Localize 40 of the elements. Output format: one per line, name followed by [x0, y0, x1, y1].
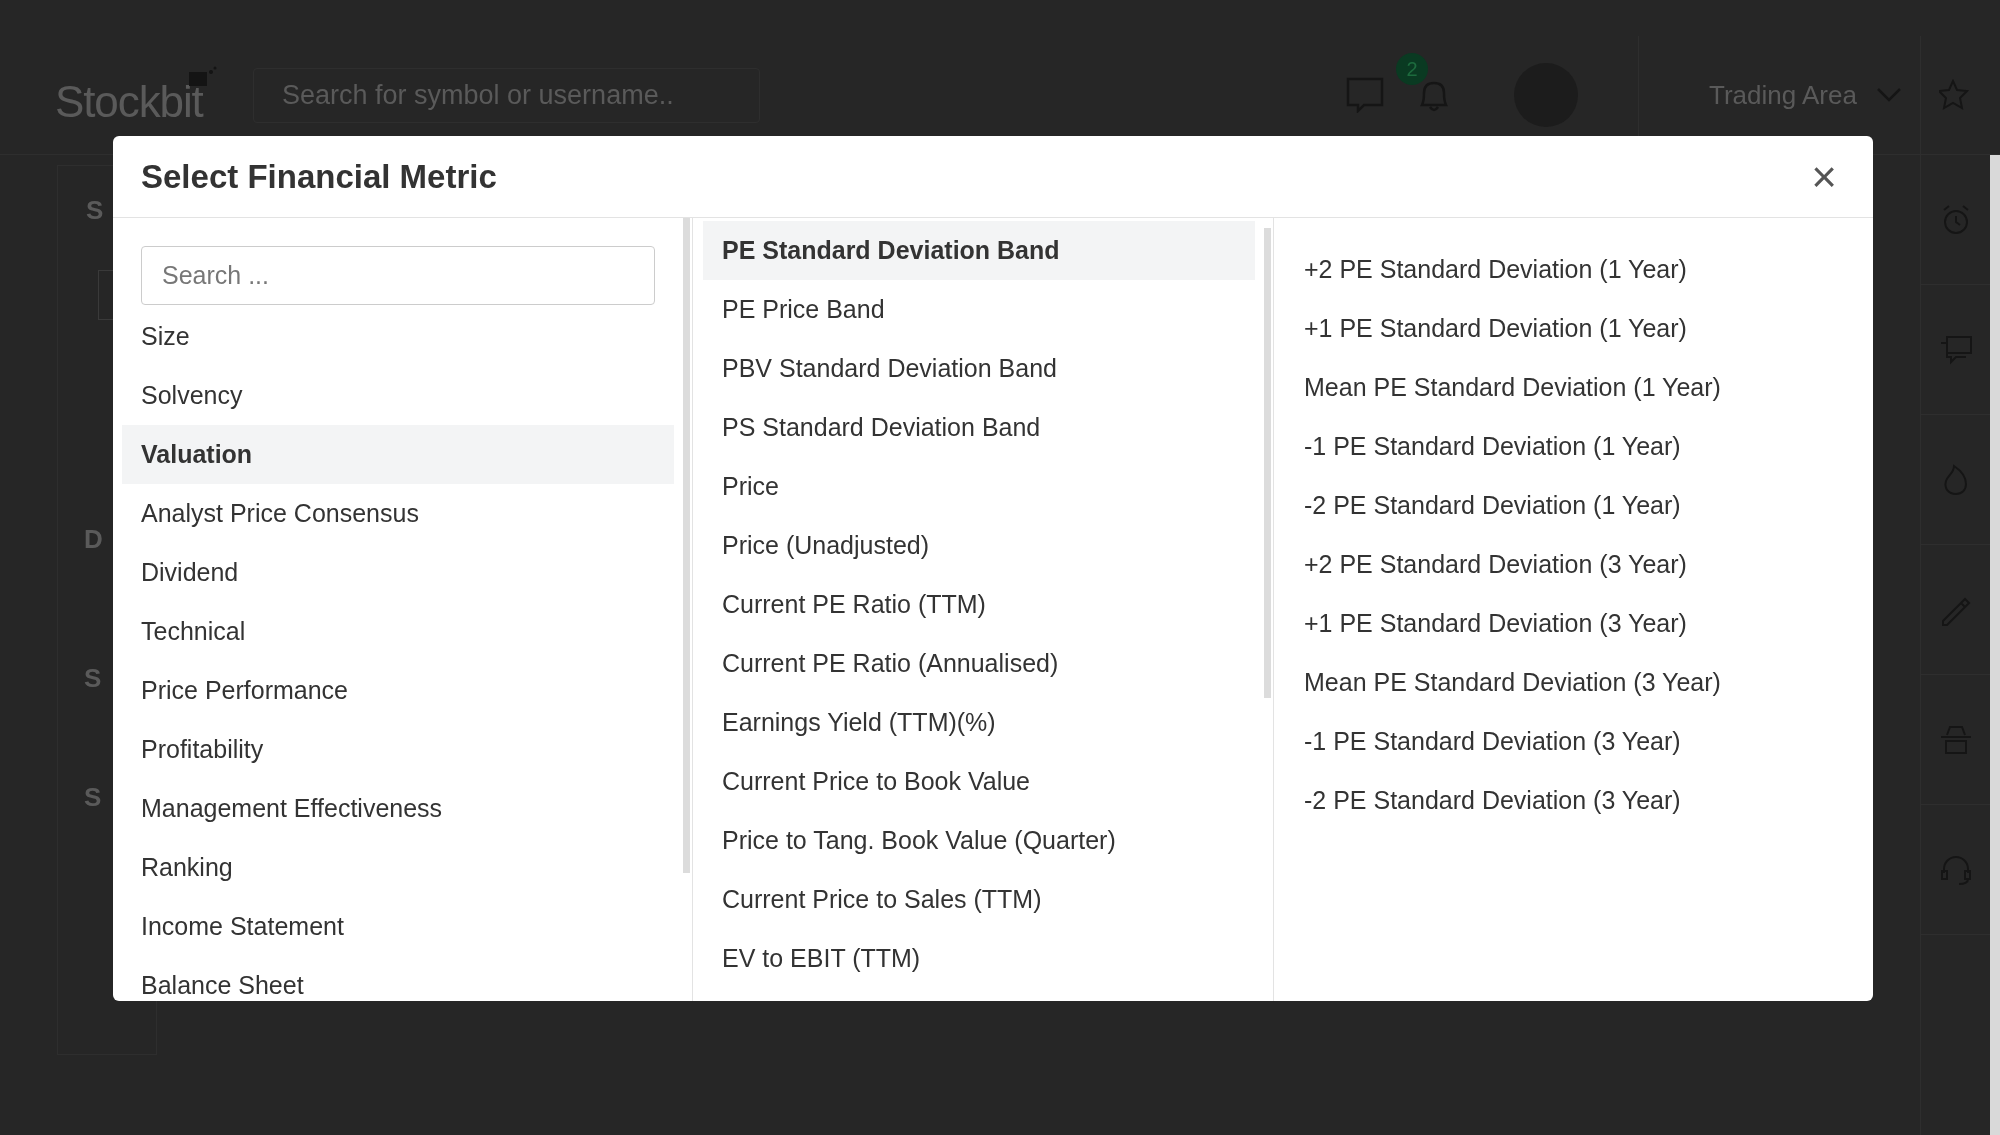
- series-item[interactable]: -2 PE Standard Deviation (3 Year): [1304, 771, 1873, 830]
- metric-item[interactable]: Price to Tang. Book Value (Quarter): [703, 811, 1255, 870]
- metric-item[interactable]: Current Price to Book Value: [703, 752, 1255, 811]
- page-scrollbar[interactable]: [1990, 155, 2000, 1135]
- category-item[interactable]: Analyst Price Consensus: [122, 484, 674, 543]
- series-item[interactable]: Mean PE Standard Deviation (1 Year): [1304, 358, 1873, 417]
- scrollbar[interactable]: [683, 218, 690, 873]
- category-item[interactable]: Dividend: [122, 543, 674, 602]
- category-item[interactable]: Balance Sheet: [122, 956, 674, 1001]
- close-button[interactable]: ×: [1803, 154, 1845, 199]
- category-item[interactable]: Management Effectiveness: [122, 779, 674, 838]
- metric-item[interactable]: PE Price Band: [703, 280, 1255, 339]
- scrollbar[interactable]: [1264, 228, 1271, 698]
- metric-item[interactable]: Current PE Ratio (TTM): [703, 575, 1255, 634]
- metric-item[interactable]: PE Standard Deviation Band: [703, 221, 1255, 280]
- category-item[interactable]: Income Statement: [122, 897, 674, 956]
- series-item[interactable]: -1 PE Standard Deviation (3 Year): [1304, 712, 1873, 771]
- category-item[interactable]: Valuation: [122, 425, 674, 484]
- series-item[interactable]: +2 PE Standard Deviation (3 Year): [1304, 535, 1873, 594]
- series-item[interactable]: Mean PE Standard Deviation (3 Year): [1304, 653, 1873, 712]
- series-item[interactable]: -2 PE Standard Deviation (1 Year): [1304, 476, 1873, 535]
- metric-item[interactable]: Current PE Ratio (Annualised): [703, 634, 1255, 693]
- metric-item[interactable]: EV to EBIT (TTM): [703, 929, 1255, 988]
- category-item[interactable]: Solvency: [122, 366, 674, 425]
- series-item[interactable]: -1 PE Standard Deviation (1 Year): [1304, 417, 1873, 476]
- dialog-title: Select Financial Metric: [141, 156, 497, 197]
- category-item[interactable]: Profitability: [122, 720, 674, 779]
- metric-item[interactable]: PS Standard Deviation Band: [703, 398, 1255, 457]
- metric-item[interactable]: PBV Standard Deviation Band: [703, 339, 1255, 398]
- series-item[interactable]: +2 PE Standard Deviation (1 Year): [1304, 240, 1873, 299]
- series-item[interactable]: +1 PE Standard Deviation (3 Year): [1304, 594, 1873, 653]
- category-item[interactable]: Technical: [122, 602, 674, 661]
- metric-item[interactable]: Price: [703, 457, 1255, 516]
- category-item[interactable]: Size: [122, 307, 674, 366]
- metric-item[interactable]: Price (Unadjusted): [703, 516, 1255, 575]
- metric-item[interactable]: Current Price to Sales (TTM): [703, 870, 1255, 929]
- metric-item[interactable]: Earnings Yield (TTM)(%): [703, 693, 1255, 752]
- category-item[interactable]: Ranking: [122, 838, 674, 897]
- category-item[interactable]: Price Performance: [122, 661, 674, 720]
- series-item[interactable]: +1 PE Standard Deviation (1 Year): [1304, 299, 1873, 358]
